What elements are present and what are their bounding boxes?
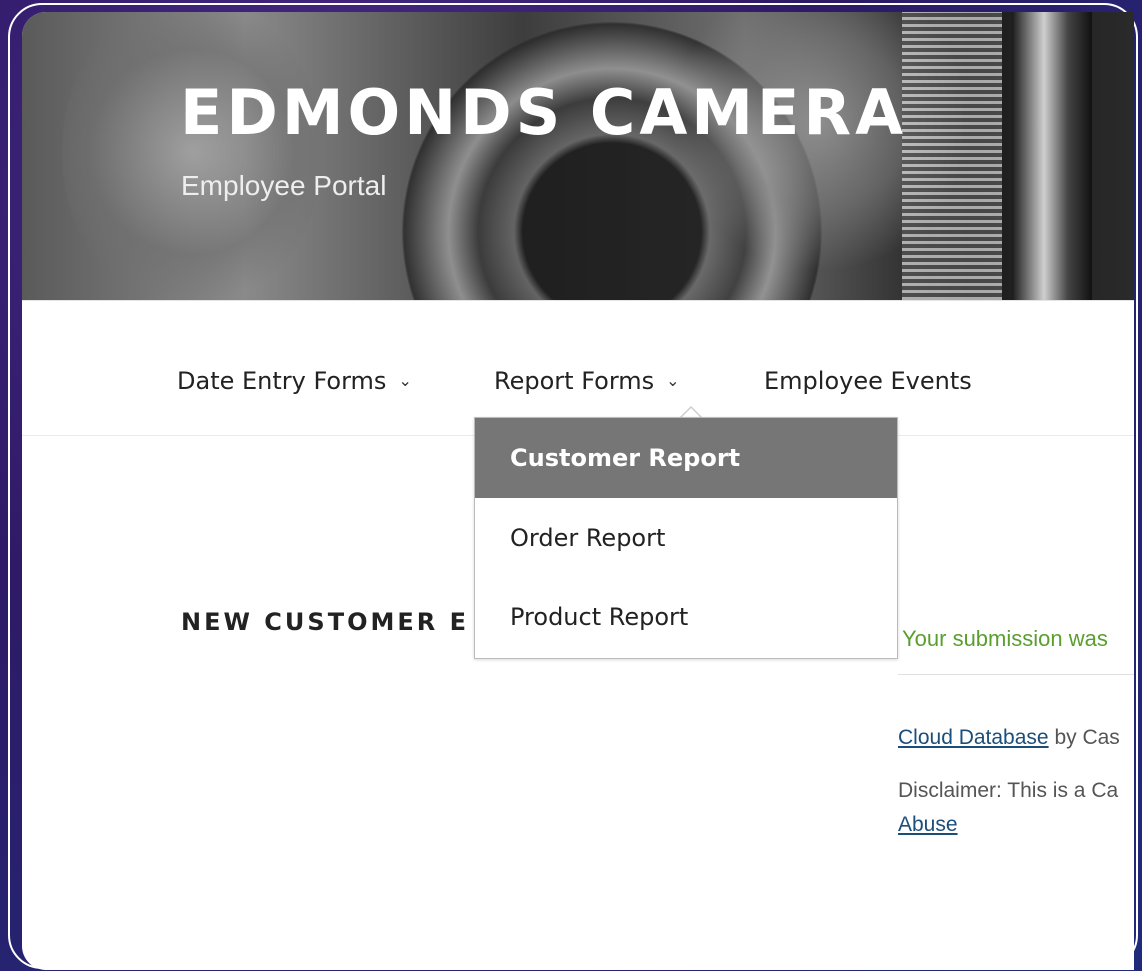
header-image-focus-ring bbox=[902, 12, 1002, 300]
nav-item-report-forms[interactable]: Report Forms ⌄ bbox=[494, 367, 680, 395]
footer-credit: Cloud Database by Cas bbox=[898, 726, 1120, 750]
nav-item-employee-events[interactable]: Employee Events bbox=[764, 367, 972, 395]
nav-item-label: Report Forms bbox=[494, 367, 655, 395]
abuse-link[interactable]: Abuse bbox=[898, 813, 958, 836]
nav-item-label: Employee Events bbox=[764, 367, 972, 395]
entry-title: NEW CUSTOMER E bbox=[181, 608, 469, 636]
cloud-database-link[interactable]: Cloud Database bbox=[898, 726, 1049, 749]
chevron-down-icon: ⌄ bbox=[666, 371, 680, 390]
nav-item-label: Date Entry Forms bbox=[177, 367, 387, 395]
header-image-lens-barrel bbox=[1012, 12, 1092, 300]
main-navigation: Date Entry Forms ⌄ Report Forms ⌄ Employee… bbox=[22, 300, 1134, 436]
submenu-item-product-report[interactable]: Product Report bbox=[475, 577, 897, 657]
chevron-down-icon: ⌄ bbox=[398, 371, 412, 390]
report-forms-submenu: Customer Report Order Report Product Rep… bbox=[474, 417, 898, 659]
site-description: Employee Portal bbox=[181, 170, 387, 201]
footer-credit-text: by Cas bbox=[1048, 726, 1120, 749]
success-message: Your submission was bbox=[902, 626, 1108, 651]
header-image-blur bbox=[62, 12, 322, 300]
divider bbox=[898, 674, 1134, 675]
nav-item-date-entry-forms[interactable]: Date Entry Forms ⌄ bbox=[177, 367, 412, 395]
abuse-line: Abuse bbox=[898, 813, 958, 837]
site-title[interactable]: EDMONDS CAMERA bbox=[180, 82, 907, 144]
submenu-item-order-report[interactable]: Order Report bbox=[475, 498, 897, 578]
browser-viewport: EDMONDS CAMERA Employee Portal Date Entr… bbox=[22, 12, 1134, 970]
submenu-item-customer-report[interactable]: Customer Report bbox=[475, 418, 897, 498]
disclaimer-text: Disclaimer: This is a Ca bbox=[898, 779, 1119, 802]
site-header: EDMONDS CAMERA Employee Portal bbox=[22, 12, 1134, 300]
